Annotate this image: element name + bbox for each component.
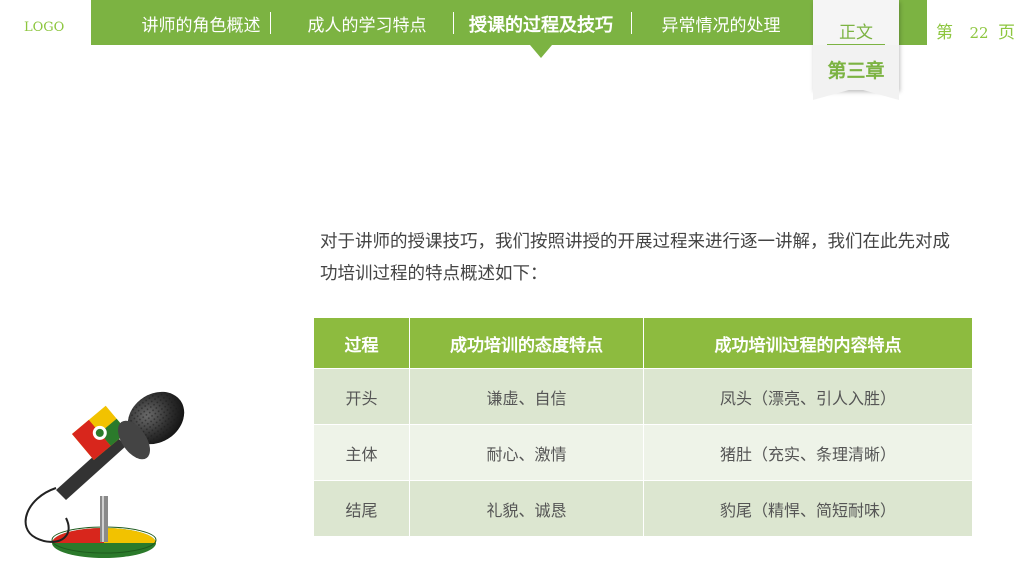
table-cell: 礼貌、诚恳 xyxy=(410,480,644,536)
active-indicator-arrow xyxy=(530,45,552,58)
intro-paragraph: 对于讲师的授课技巧，我们按照讲授的开展过程来进行逐一讲解，我们在此先对成功培训过… xyxy=(320,232,950,284)
table-header-cell: 成功培训的态度特点 xyxy=(410,318,644,368)
process-table: 过程 成功培训的态度特点 成功培训过程的内容特点 开头 谦虚、自信 凤头（漂亮、… xyxy=(314,318,972,536)
table-cell: 主体 xyxy=(314,424,410,480)
page-prefix: 第 xyxy=(936,23,953,43)
microphone-icon xyxy=(24,391,185,558)
page-number: 第 22 页 xyxy=(936,18,1018,43)
nav-item-learning[interactable]: 成人的学习特点 xyxy=(287,0,447,45)
table-row: 开头 谦虚、自信 凤头（漂亮、引人入胜） xyxy=(314,368,972,424)
top-navigation: 讲师的角色概述 成人的学习特点 授课的过程及技巧 异常情况的处理 xyxy=(91,0,927,45)
table-header-cell: 过程 xyxy=(314,318,410,368)
chapter-tag: 正文 第三章 xyxy=(813,0,899,101)
tag-label: 正文 xyxy=(839,23,873,43)
table-row: 结尾 礼貌、诚恳 豹尾（精悍、简短耐味） xyxy=(314,480,972,536)
tag-divider xyxy=(827,44,885,45)
chapter-label: 第三章 xyxy=(827,60,885,82)
page-number-value: 22 xyxy=(969,24,989,42)
tag-notch xyxy=(813,88,899,100)
nav-item-roles[interactable]: 讲师的角色概述 xyxy=(121,0,281,45)
nav-divider xyxy=(453,12,454,34)
table-cell: 猪肚（充实、条理清晰） xyxy=(644,424,972,480)
page-suffix: 页 xyxy=(998,23,1015,43)
table-header-cell: 成功培训过程的内容特点 xyxy=(644,318,972,368)
table-cell: 凤头（漂亮、引人入胜） xyxy=(644,368,972,424)
nav-item-exceptions[interactable]: 异常情况的处理 xyxy=(646,0,796,45)
table-cell: 豹尾（精悍、简短耐味） xyxy=(644,480,972,536)
logo: LOGO xyxy=(24,20,65,35)
table-cell: 开头 xyxy=(314,368,410,424)
nav-divider xyxy=(631,12,632,34)
nav-item-teaching-skills[interactable]: 授课的过程及技巧 xyxy=(459,0,623,45)
table-cell: 耐心、激情 xyxy=(410,424,644,480)
table-cell: 结尾 xyxy=(314,480,410,536)
table-header-row: 过程 成功培训的态度特点 成功培训过程的内容特点 xyxy=(314,318,972,368)
table-row: 主体 耐心、激情 猪肚（充实、条理清晰） xyxy=(314,424,972,480)
table-cell: 谦虚、自信 xyxy=(410,368,644,424)
nav-divider xyxy=(270,12,271,34)
